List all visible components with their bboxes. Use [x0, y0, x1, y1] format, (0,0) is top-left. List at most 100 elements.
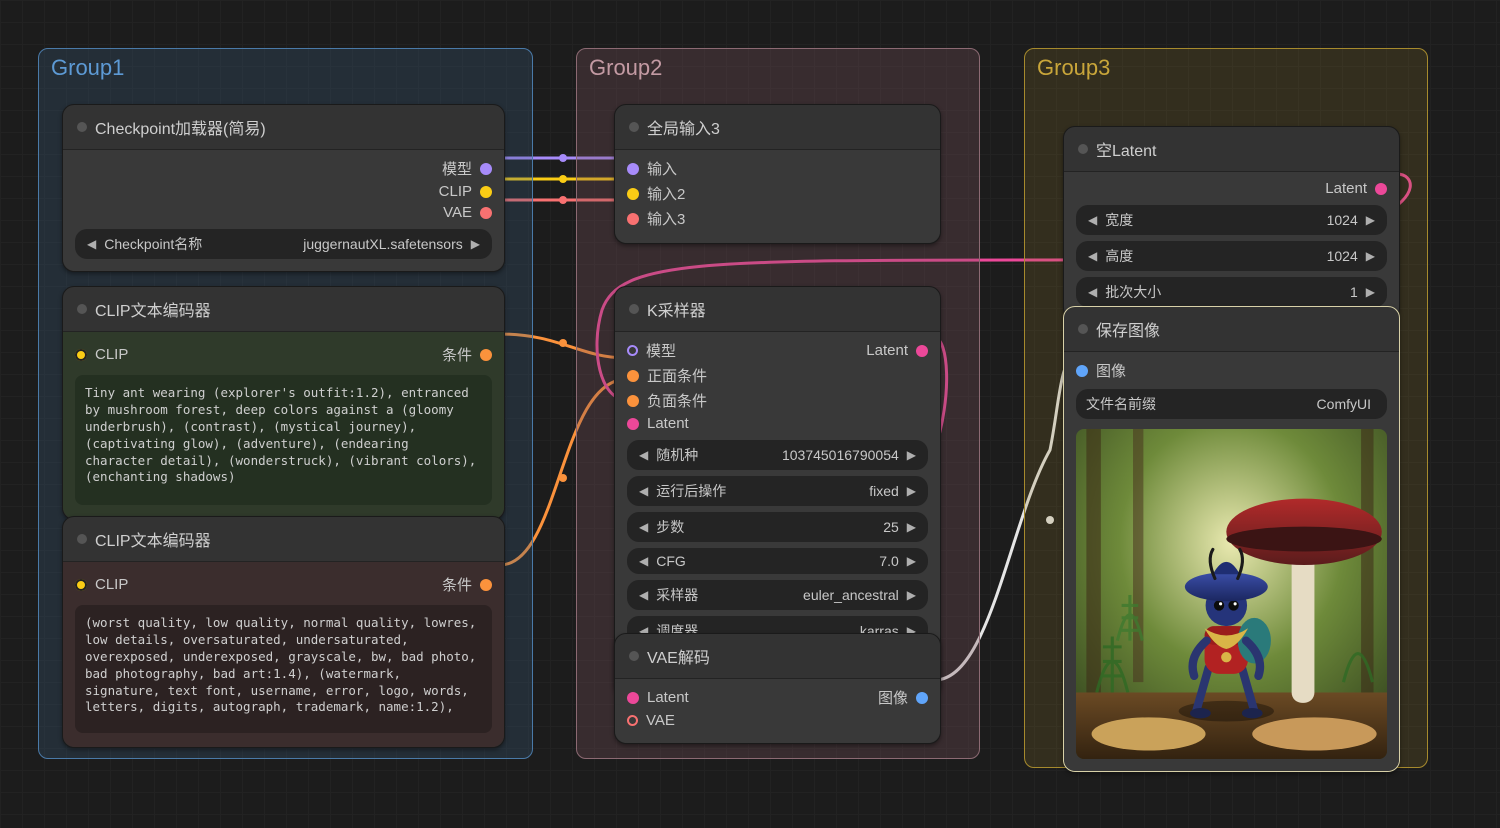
chevron-left-icon[interactable]: ◀: [637, 588, 650, 602]
steps-widget[interactable]: ◀步数25▶: [627, 512, 928, 542]
node-title: 保存图像: [1096, 317, 1160, 341]
node-title: 空Latent: [1096, 137, 1157, 161]
widget-label: 随机种: [650, 445, 698, 465]
socket-out-latent[interactable]: [916, 345, 928, 357]
chevron-left-icon[interactable]: ◀: [637, 520, 650, 534]
chevron-left-icon[interactable]: ◀: [637, 484, 650, 498]
socket-in-latent[interactable]: [627, 418, 639, 430]
group-title[interactable]: Group3: [1037, 55, 1110, 81]
in-latent-label: Latent: [647, 689, 689, 706]
socket-in-vae[interactable]: [627, 715, 638, 726]
widget-value: 25: [684, 519, 905, 535]
chevron-left-icon[interactable]: ◀: [637, 554, 650, 568]
socket-out-clip[interactable]: [480, 186, 492, 198]
checkpoint-name-widget[interactable]: ◀ Checkpoint名称 juggernautXL.safetensors …: [75, 229, 492, 259]
chevron-right-icon[interactable]: ▶: [905, 554, 918, 568]
chevron-right-icon[interactable]: ▶: [905, 588, 918, 602]
chevron-left-icon[interactable]: ◀: [1086, 285, 1099, 299]
socket-in-latent[interactable]: [627, 692, 639, 704]
cfg-widget[interactable]: ◀CFG7.0▶: [627, 548, 928, 574]
node-clip-text-encode-positive[interactable]: CLIP文本编码器 CLIP 条件 Tiny ant wearing (expl…: [62, 286, 505, 520]
socket-out-model[interactable]: [480, 163, 492, 175]
in3-label: 输入3: [647, 208, 685, 229]
node-clip-text-encode-negative[interactable]: CLIP文本编码器 CLIP 条件 (worst quality, low qu…: [62, 516, 505, 748]
socket-in-2[interactable]: [627, 188, 639, 200]
socket-in-model[interactable]: [627, 345, 638, 356]
node-title: CLIP文本编码器: [95, 297, 211, 321]
height-widget[interactable]: ◀高度1024▶: [1076, 241, 1387, 271]
chevron-left-icon[interactable]: ◀: [1086, 249, 1099, 263]
collapse-dot-icon[interactable]: [77, 534, 87, 544]
output-image-preview[interactable]: [1076, 429, 1387, 759]
batch-widget[interactable]: ◀批次大小1▶: [1076, 277, 1387, 307]
node-vae-decode[interactable]: VAE解码 Latent 图像 VAE: [614, 633, 941, 744]
chevron-right-icon[interactable]: ▶: [905, 520, 918, 534]
socket-out-vae[interactable]: [480, 207, 492, 219]
chevron-right-icon[interactable]: ▶: [469, 237, 482, 251]
socket-in-image[interactable]: [1076, 365, 1088, 377]
group-title[interactable]: Group1: [51, 55, 124, 81]
socket-out-image[interactable]: [916, 692, 928, 704]
chevron-right-icon[interactable]: ▶: [905, 448, 918, 462]
node-global-input[interactable]: 全局输入3 输入 输入2 输入3: [614, 104, 941, 244]
socket-in-clip[interactable]: [75, 579, 87, 591]
widget-label: Checkpoint名称: [98, 234, 202, 254]
chevron-right-icon[interactable]: ▶: [1364, 285, 1377, 299]
width-widget[interactable]: ◀宽度1024▶: [1076, 205, 1387, 235]
node-title: 全局输入3: [647, 115, 720, 139]
widget-value: ComfyUI: [1156, 396, 1377, 412]
node-empty-latent[interactable]: 空Latent Latent ◀宽度1024▶ ◀高度1024▶ ◀批次大小1▶: [1063, 126, 1400, 320]
chevron-right-icon[interactable]: ▶: [1364, 213, 1377, 227]
node-title: K采样器: [647, 297, 706, 321]
widget-value: 1: [1161, 284, 1364, 300]
in-neg-label: 负面条件: [647, 390, 707, 411]
widget-label: 采样器: [650, 585, 698, 605]
socket-in-clip[interactable]: [75, 349, 87, 361]
node-title: CLIP文本编码器: [95, 527, 211, 551]
chevron-left-icon[interactable]: ◀: [637, 448, 650, 462]
node-title: VAE解码: [647, 644, 710, 668]
node-title: Checkpoint加载器(简易): [95, 115, 266, 139]
widget-label: 运行后操作: [650, 481, 726, 501]
out-image-label: 图像: [878, 687, 908, 708]
chevron-right-icon[interactable]: ▶: [905, 484, 918, 498]
widget-label: 批次大小: [1099, 282, 1161, 302]
chevron-right-icon[interactable]: ▶: [1364, 249, 1377, 263]
collapse-dot-icon[interactable]: [629, 304, 639, 314]
group-title[interactable]: Group2: [589, 55, 662, 81]
out-cond-label: 条件: [442, 344, 472, 365]
widget-value: juggernautXL.safetensors: [202, 236, 468, 252]
out-cond-label: 条件: [442, 574, 472, 595]
socket-in-negative[interactable]: [627, 395, 639, 407]
socket-out-cond[interactable]: [480, 579, 492, 591]
in-clip-label: CLIP: [95, 346, 128, 363]
collapse-dot-icon[interactable]: [629, 651, 639, 661]
socket-in-positive[interactable]: [627, 370, 639, 382]
sampler-widget[interactable]: ◀采样器euler_ancestral▶: [627, 580, 928, 610]
widget-label: CFG: [650, 553, 686, 569]
node-save-image[interactable]: 保存图像 图像 文件名前缀ComfyUI: [1063, 306, 1400, 772]
prompt-text[interactable]: (worst quality, low quality, normal qual…: [75, 605, 492, 733]
out-model-label: 模型: [442, 158, 472, 179]
out-latent-label: Latent: [1325, 180, 1367, 197]
chevron-left-icon[interactable]: ◀: [1086, 213, 1099, 227]
socket-in-3[interactable]: [627, 213, 639, 225]
in-image-label: 图像: [1096, 360, 1126, 381]
widget-label: 文件名前缀: [1086, 394, 1156, 414]
collapse-dot-icon[interactable]: [629, 122, 639, 132]
widget-value: 1024: [1133, 248, 1364, 264]
collapse-dot-icon[interactable]: [1078, 144, 1088, 154]
collapse-dot-icon[interactable]: [77, 304, 87, 314]
after-widget[interactable]: ◀运行后操作fixed▶: [627, 476, 928, 506]
socket-in-1[interactable]: [627, 163, 639, 175]
collapse-dot-icon[interactable]: [77, 122, 87, 132]
out-latent-label: Latent: [866, 342, 908, 359]
prefix-widget[interactable]: 文件名前缀ComfyUI: [1076, 389, 1387, 419]
prompt-text[interactable]: Tiny ant wearing (explorer's outfit:1.2)…: [75, 375, 492, 505]
node-checkpoint-loader[interactable]: Checkpoint加载器(简易) 模型 CLIP VAE ◀ Checkpoi…: [62, 104, 505, 272]
socket-out-latent[interactable]: [1375, 183, 1387, 195]
chevron-left-icon[interactable]: ◀: [85, 237, 98, 251]
seed-widget[interactable]: ◀随机种103745016790054▶: [627, 440, 928, 470]
socket-out-cond[interactable]: [480, 349, 492, 361]
collapse-dot-icon[interactable]: [1078, 324, 1088, 334]
